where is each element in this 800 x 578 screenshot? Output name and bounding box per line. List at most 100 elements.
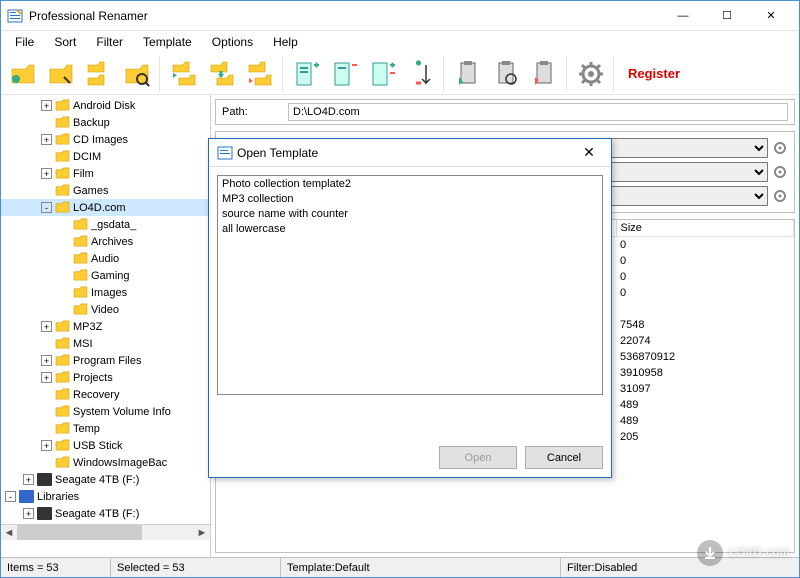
toolbar-btn-settings[interactable] (573, 56, 609, 92)
toolbar-btn-11[interactable] (403, 56, 439, 92)
tree-item[interactable]: + CD Images (1, 131, 210, 148)
toolbar-btn-13[interactable] (488, 56, 524, 92)
toolbar-btn-1[interactable] (5, 56, 41, 92)
toolbar-btn-14[interactable] (526, 56, 562, 92)
titlebar: Professional Renamer — ☐ ✕ (1, 1, 799, 31)
menu-options[interactable]: Options (202, 33, 263, 51)
window-minimize-button[interactable]: — (661, 2, 705, 30)
expand-toggle[interactable]: + (41, 168, 52, 179)
expand-toggle[interactable]: + (23, 508, 34, 519)
tree-item[interactable]: _gsdata_ (1, 216, 210, 233)
status-items: Items = 53 (1, 558, 111, 577)
tree-item[interactable]: Games (1, 182, 210, 199)
tree-item[interactable]: Gaming (1, 267, 210, 284)
window-close-button[interactable]: ✕ (749, 2, 793, 30)
dialog-open-button[interactable]: Open (439, 446, 517, 469)
tree-item[interactable]: MSI (1, 335, 210, 352)
toolbar-btn-5[interactable] (166, 56, 202, 92)
toolbar-btn-8[interactable] (289, 56, 325, 92)
table-header[interactable]: Size (616, 220, 794, 237)
tree-item[interactable]: Backup (1, 114, 210, 131)
expand-toggle[interactable]: + (41, 372, 52, 383)
tree-item-label: Film (73, 168, 94, 180)
menu-file[interactable]: File (5, 33, 44, 51)
statusbar: Items = 53 Selected = 53 Template:Defaul… (1, 557, 799, 577)
tree-item-label: WindowsImageBac (73, 457, 167, 469)
dialog-cancel-button[interactable]: Cancel (525, 446, 603, 469)
expand-toggle[interactable]: + (41, 100, 52, 111)
gear-icon[interactable] (772, 188, 788, 204)
tree-item-label: Temp (73, 423, 100, 435)
folder-tree[interactable]: + Android Disk Backup + CD Images DCIM + Film Ga… (1, 95, 211, 557)
expand-toggle[interactable]: + (23, 474, 34, 485)
menu-filter[interactable]: Filter (86, 33, 133, 51)
list-item[interactable]: all lowercase (222, 223, 598, 238)
template-listbox[interactable]: Photo collection template2MP3 collection… (217, 175, 603, 395)
menu-help[interactable]: Help (263, 33, 308, 51)
tree-item-label: _gsdata_ (91, 219, 136, 231)
list-item[interactable]: source name with counter (222, 208, 598, 223)
list-item[interactable]: MP3 collection (222, 193, 598, 208)
expand-toggle[interactable]: + (41, 134, 52, 145)
toolbar-btn-4[interactable] (119, 56, 155, 92)
tree-item[interactable]: +USB Stick (1, 437, 210, 454)
tree-h-scrollbar[interactable]: ◄► (1, 524, 210, 540)
menu-sort[interactable]: Sort (44, 33, 86, 51)
app-icon (7, 8, 23, 24)
tree-item[interactable]: DCIM (1, 148, 210, 165)
toolbar-btn-10[interactable] (365, 56, 401, 92)
tree-item[interactable]: +Seagate 4TB (F:) (1, 471, 210, 488)
dialog-close-button[interactable]: ✕ (575, 142, 603, 164)
tree-item-label: CD Images (73, 134, 128, 146)
tree-item[interactable]: + Program Files (1, 352, 210, 369)
tree-item[interactable]: Images (1, 284, 210, 301)
tree-item-label: Archives (91, 236, 133, 248)
tree-item[interactable]: +Seagate 4TB (F:) (1, 505, 210, 522)
list-item[interactable]: Photo collection template2 (222, 178, 598, 193)
file-size: 0 (616, 237, 794, 254)
tree-item-label: Gaming (91, 270, 130, 282)
expand-toggle[interactable]: + (41, 440, 52, 451)
file-size: 31097 (616, 381, 794, 397)
toolbar-btn-3[interactable] (81, 56, 117, 92)
tree-item[interactable]: +MP3Z (1, 318, 210, 335)
tree-item[interactable]: - Libraries (1, 488, 210, 505)
tree-item[interactable]: Video (1, 301, 210, 318)
file-size: 7548 (616, 317, 794, 333)
toolbar-btn-12[interactable] (450, 56, 486, 92)
toolbar-btn-7[interactable] (242, 56, 278, 92)
tree-item-label: MSI (73, 338, 93, 350)
toolbar-btn-2[interactable] (43, 56, 79, 92)
gear-icon[interactable] (772, 164, 788, 180)
tree-item[interactable]: + Film (1, 165, 210, 182)
dialog-title: Open Template (237, 146, 575, 160)
tree-item[interactable]: + Android Disk (1, 97, 210, 114)
tree-item-label: Android Disk (73, 100, 135, 112)
expand-toggle[interactable]: + (41, 355, 52, 366)
file-size: 489 (616, 397, 794, 413)
tree-item[interactable]: -LO4D.com (1, 199, 210, 216)
toolbar-btn-6[interactable] (204, 56, 240, 92)
tree-item[interactable]: Recovery (1, 386, 210, 403)
tree-item[interactable]: +Projects (1, 369, 210, 386)
window-maximize-button[interactable]: ☐ (705, 2, 749, 30)
tree-item[interactable]: WindowsImageBac (1, 454, 210, 471)
menu-template[interactable]: Template (133, 33, 202, 51)
tree-item-label: Program Files (73, 355, 141, 367)
expand-toggle[interactable]: - (5, 491, 16, 502)
tree-item[interactable]: Temp (1, 420, 210, 437)
expand-toggle[interactable]: + (41, 321, 52, 332)
register-link[interactable]: Register (620, 66, 688, 81)
path-label: Path: (222, 106, 282, 118)
file-size: 536870912 (616, 349, 794, 365)
tree-item[interactable]: System Volume Info (1, 403, 210, 420)
tree-item-label: DCIM (73, 151, 101, 163)
path-bar: Path: (215, 99, 795, 125)
expand-toggle[interactable]: - (41, 202, 52, 213)
tree-item[interactable]: Audio (1, 250, 210, 267)
toolbar-btn-9[interactable] (327, 56, 363, 92)
tree-item[interactable]: Archives (1, 233, 210, 250)
gear-icon[interactable] (772, 140, 788, 156)
path-input[interactable] (288, 103, 788, 121)
tree-item-label: Libraries (37, 491, 79, 503)
